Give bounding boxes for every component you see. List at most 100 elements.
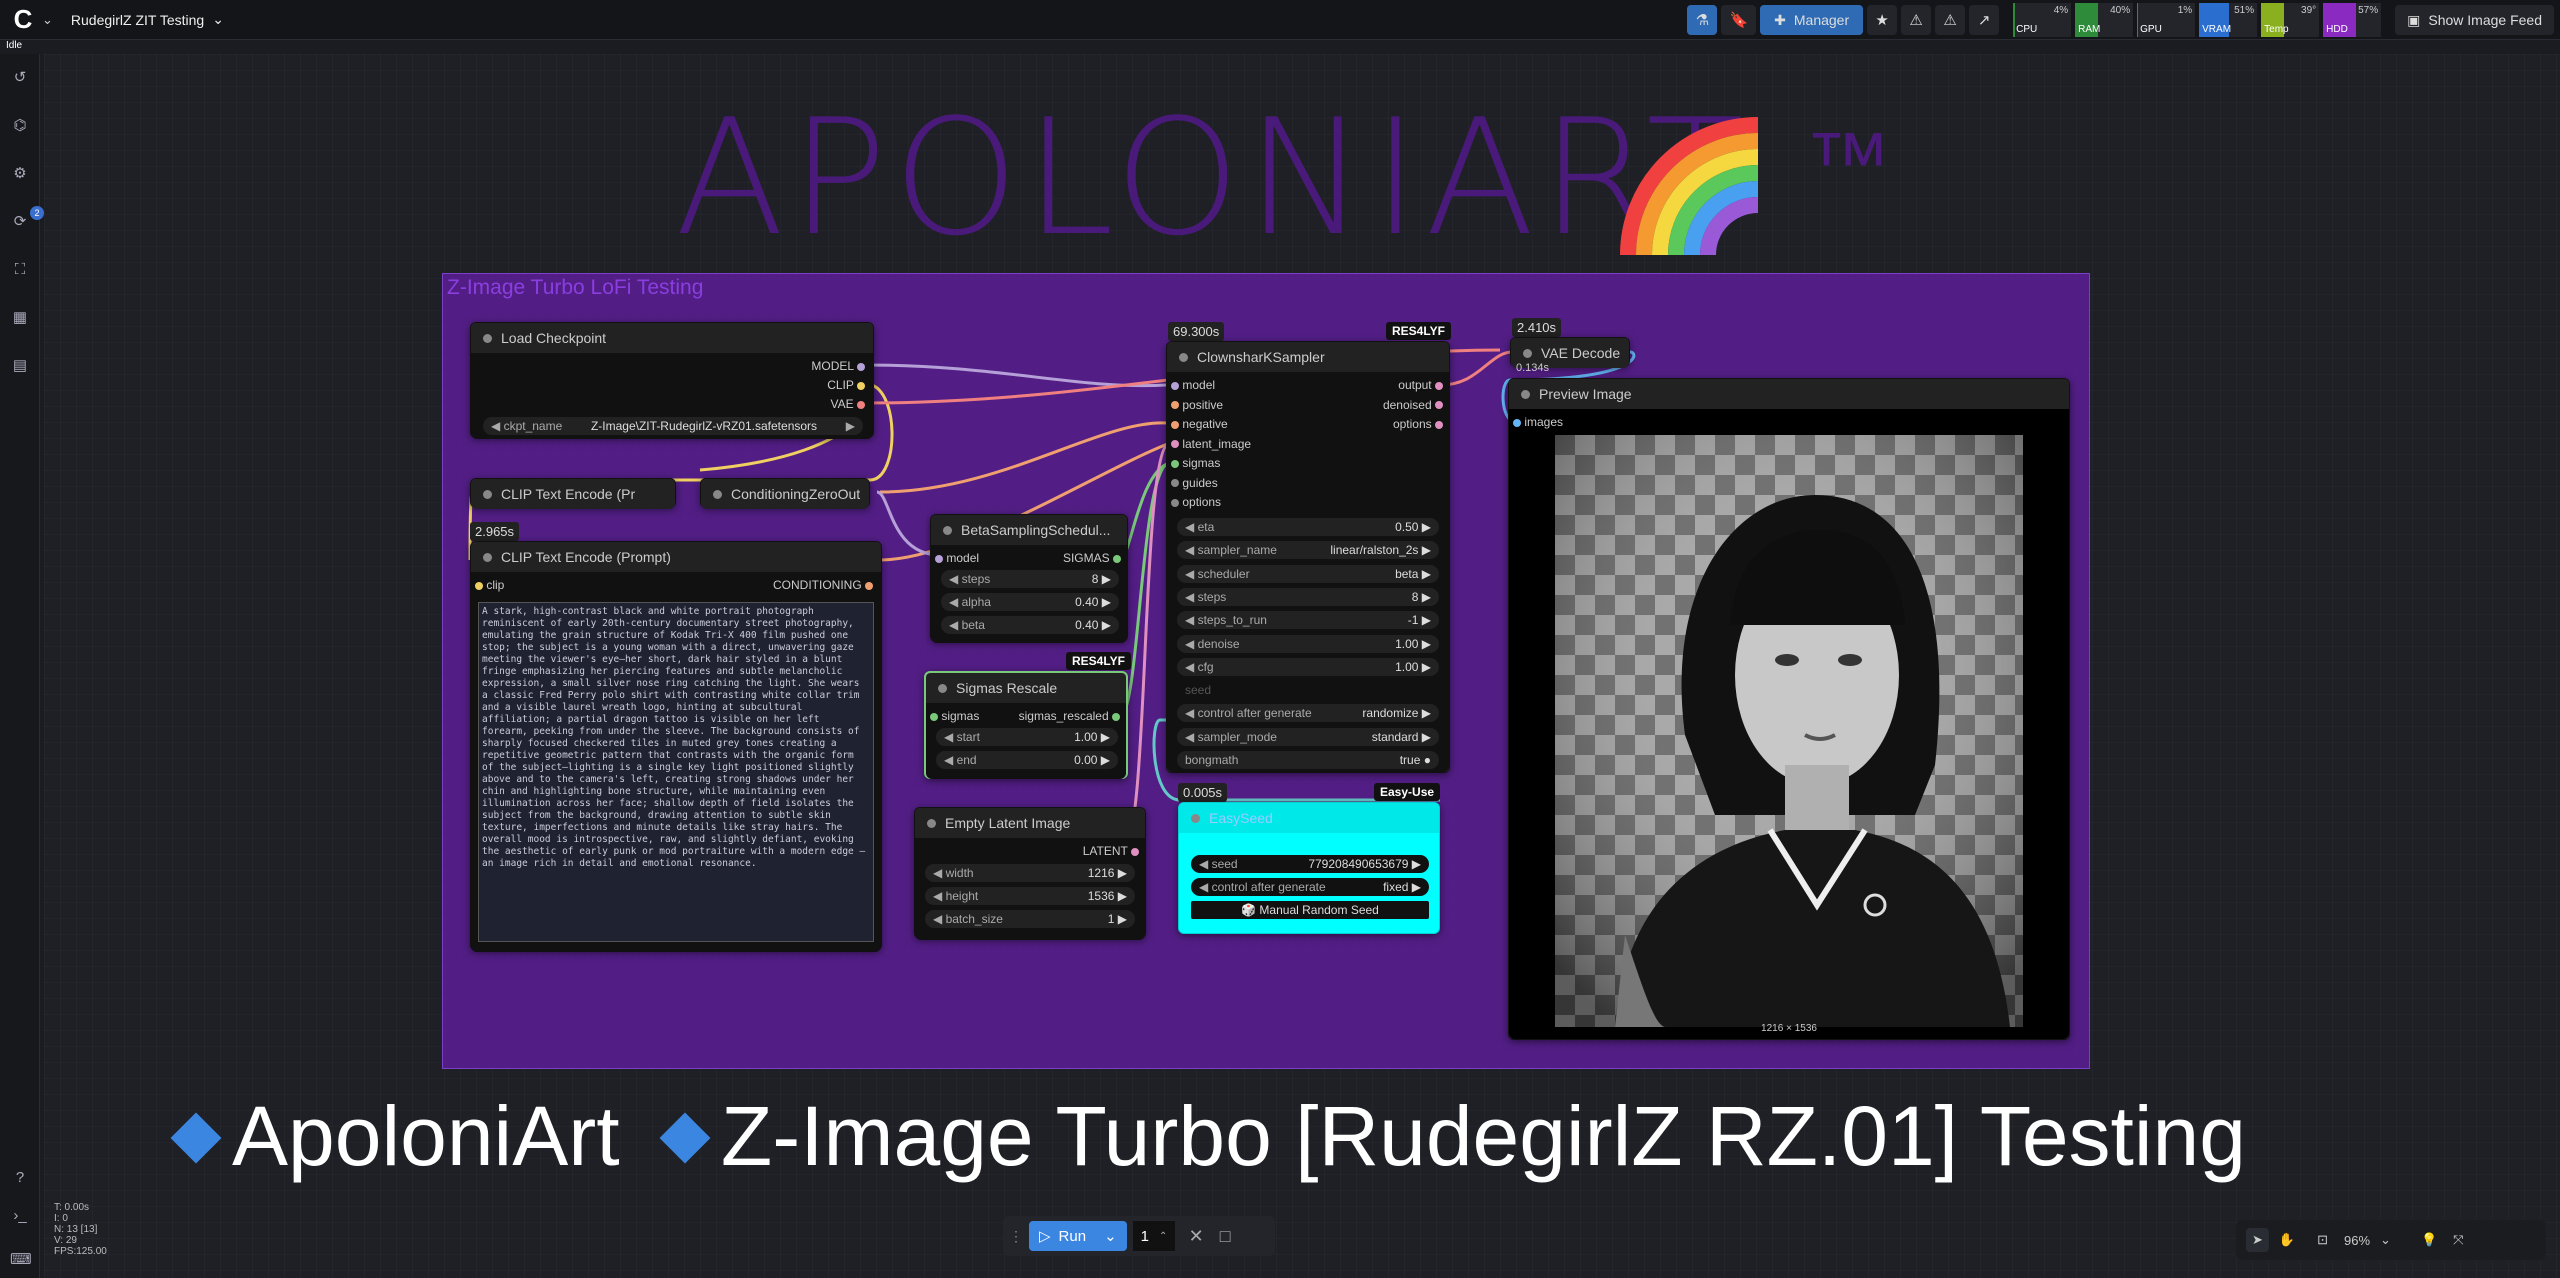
batch-size-widget[interactable]: ◀ batch_size 1 ▶ bbox=[925, 910, 1135, 928]
node-beta-sampling-scheduler[interactable]: BetaSamplingSchedul... model SIGMAS ◀ st… bbox=[930, 514, 1128, 643]
terminal-icon[interactable]: ›_ bbox=[10, 1206, 30, 1226]
input-options[interactable]: options bbox=[1171, 495, 1221, 509]
seed-widget[interactable]: seed bbox=[1177, 681, 1439, 699]
node-title[interactable]: BetaSamplingSchedul... bbox=[931, 515, 1127, 545]
start-widget[interactable]: ◀ start 1.00 ▶ bbox=[936, 728, 1118, 746]
node-clownshark-sampler[interactable]: ClownsharKSampler model positive negativ… bbox=[1166, 341, 1450, 773]
run-button[interactable]: ▷ Run ⌄ bbox=[1029, 1221, 1127, 1251]
input-guides[interactable]: guides bbox=[1171, 476, 1218, 490]
manual-random-seed-button[interactable]: 🎲 Manual Random Seed bbox=[1191, 901, 1429, 919]
chevron-down-icon[interactable]: ⌄ bbox=[2380, 1232, 2391, 1248]
output-output[interactable]: output bbox=[1398, 378, 1443, 392]
cancel-icon[interactable]: ✕ bbox=[1189, 1226, 1204, 1247]
control-after-generate-widget[interactable]: ◀ control after generate fixed ▶ bbox=[1191, 878, 1429, 896]
stop-icon[interactable]: □ bbox=[1220, 1226, 1231, 1247]
node-title[interactable]: Empty Latent Image bbox=[915, 808, 1145, 838]
steps-widget[interactable]: ◀ steps 8 ▶ bbox=[1177, 587, 1439, 606]
node-title[interactable]: Sigmas Rescale bbox=[926, 673, 1126, 703]
sampler-mode-widget[interactable]: ◀ sampler_mode standard ▶ bbox=[1177, 727, 1439, 746]
show-image-feed-button[interactable]: ▣ Show Image Feed bbox=[2395, 5, 2554, 35]
steps-widget[interactable]: ◀ steps 8 ▶ bbox=[941, 570, 1119, 588]
node-conditioning-zero-out[interactable]: ConditioningZeroOut bbox=[700, 478, 870, 509]
node-empty-latent-image[interactable]: Empty Latent Image LATENT ◀ width 1216 ▶ … bbox=[914, 807, 1146, 940]
input-sigmas[interactable]: sigmas bbox=[1171, 456, 1220, 470]
share-icon[interactable]: ↗ bbox=[1969, 5, 2000, 35]
preview-image[interactable] bbox=[1555, 435, 2023, 1027]
drag-handle-icon[interactable]: ⋮ bbox=[1009, 1228, 1023, 1245]
flask-icon[interactable]: ⚗ bbox=[1687, 5, 1718, 35]
templates-icon[interactable]: ▤ bbox=[10, 356, 30, 376]
node-easy-seed[interactable]: EasySeed ◀ seed 779208490653679 ▶ ◀ contr… bbox=[1178, 802, 1440, 934]
node-title[interactable]: Load Checkpoint bbox=[471, 323, 873, 353]
history-icon[interactable]: ↺ bbox=[10, 68, 30, 88]
bongmath-widget[interactable]: bongmath true ● bbox=[1177, 751, 1439, 769]
output-options[interactable]: options bbox=[1393, 417, 1443, 431]
output-model[interactable]: MODEL bbox=[811, 359, 865, 373]
steps-to-run-widget[interactable]: ◀ steps_to_run -1 ▶ bbox=[1177, 611, 1439, 630]
node-load-checkpoint[interactable]: Load Checkpoint MODEL CLIP VAE ◀ ckpt_na… bbox=[470, 322, 874, 439]
ckpt-name-widget[interactable]: ◀ ckpt_name Z-Image\ZIT-RudegirlZ-vRZ01.s… bbox=[483, 417, 863, 435]
sampler-name-widget[interactable]: ◀ sampler_name linear/ralston_2s ▶ bbox=[1177, 541, 1439, 560]
node-clip-text-encode-prompt[interactable]: CLIP Text Encode (Prompt) clip CONDITION… bbox=[470, 541, 882, 952]
workflow-tab[interactable]: RudegirlZ ZIT Testing ⌄ bbox=[71, 11, 224, 28]
node-title[interactable]: CLIP Text Encode (Pr bbox=[471, 479, 675, 509]
eta-widget[interactable]: ◀ eta 0.50 ▶ bbox=[1177, 518, 1439, 536]
node-title[interactable]: CLIP Text Encode (Prompt) bbox=[471, 542, 881, 572]
input-model[interactable]: model bbox=[1171, 378, 1215, 392]
fit-view-icon[interactable]: ⊡ bbox=[2317, 1232, 2328, 1248]
output-sigmas-rescaled[interactable]: sigmas_rescaled bbox=[1019, 709, 1120, 723]
node-sigmas-rescale[interactable]: Sigmas Rescale sigmas sigmas_rescaled ◀ … bbox=[924, 671, 1128, 779]
input-clip[interactable]: clip bbox=[475, 578, 504, 592]
group-title[interactable]: Z-Image Turbo LoFi Testing bbox=[447, 276, 703, 300]
input-negative[interactable]: negative bbox=[1171, 417, 1228, 431]
height-widget[interactable]: ◀ height 1536 ▶ bbox=[925, 887, 1135, 905]
output-denoised[interactable]: denoised bbox=[1383, 398, 1443, 412]
node-title[interactable]: ConditioningZeroOut bbox=[701, 479, 869, 509]
input-latent-image[interactable]: latent_image bbox=[1171, 437, 1251, 451]
queue-icon[interactable]: ⟳ 2 bbox=[10, 206, 44, 232]
output-sigmas[interactable]: SIGMAS bbox=[1063, 551, 1121, 565]
link-visibility-icon[interactable]: ⤧ bbox=[2453, 1232, 2463, 1248]
denoise-widget[interactable]: ◀ denoise 1.00 ▶ bbox=[1177, 634, 1439, 653]
batch-count-input[interactable]: 1 ⌃ bbox=[1132, 1221, 1175, 1251]
star-icon[interactable]: ★ bbox=[1867, 5, 1898, 35]
node-title[interactable]: ClownsharKSampler bbox=[1167, 342, 1449, 372]
comfy-logo[interactable]: C bbox=[6, 3, 40, 37]
cfg-widget[interactable]: ◀ cfg 1.00 ▶ bbox=[1177, 657, 1439, 676]
hand-tool-icon[interactable]: ✋ bbox=[2279, 1232, 2295, 1248]
stepper-icon[interactable]: ⌃ bbox=[1159, 1231, 1167, 1242]
lightbulb-icon[interactable]: 💡 bbox=[2421, 1232, 2437, 1248]
seed-widget[interactable]: ◀ seed 779208490653679 ▶ bbox=[1191, 855, 1429, 873]
output-conditioning[interactable]: CONDITIONING bbox=[773, 578, 873, 592]
output-latent[interactable]: LATENT bbox=[1083, 844, 1139, 858]
manager-button[interactable]: ✚ Manager bbox=[1760, 5, 1864, 35]
node-title[interactable]: EasySeed bbox=[1179, 803, 1439, 833]
output-clip[interactable]: CLIP bbox=[827, 378, 865, 392]
select-tool-icon[interactable]: ➤ bbox=[2246, 1228, 2269, 1252]
prompt-textarea[interactable]: A stark, high-contrast black and white p… bbox=[478, 602, 874, 942]
beta-widget[interactable]: ◀ beta 0.40 ▶ bbox=[941, 616, 1119, 634]
width-widget[interactable]: ◀ width 1216 ▶ bbox=[925, 864, 1135, 882]
free-memory-icon[interactable]: ⚠ bbox=[1935, 5, 1966, 35]
chevron-down-icon[interactable]: ⌄ bbox=[42, 12, 53, 28]
end-widget[interactable]: ◀ end 0.00 ▶ bbox=[936, 751, 1118, 769]
node-title[interactable]: Preview Image bbox=[1509, 379, 2069, 409]
chevron-down-icon[interactable]: ⌄ bbox=[1104, 1227, 1117, 1245]
input-images[interactable]: images bbox=[1513, 415, 1563, 429]
keyboard-icon[interactable]: ⌨ bbox=[10, 1250, 32, 1270]
control-after-generate-widget[interactable]: ◀ control after generate randomize ▶ bbox=[1177, 704, 1439, 723]
node-clip-text-encode-collapsed[interactable]: CLIP Text Encode (Pr bbox=[470, 478, 676, 509]
alpha-widget[interactable]: ◀ alpha 0.40 ▶ bbox=[941, 593, 1119, 611]
input-model[interactable]: model bbox=[935, 551, 979, 565]
gallery-icon[interactable]: ▦ bbox=[10, 308, 30, 328]
output-vae[interactable]: VAE bbox=[831, 397, 865, 411]
node-preview-image[interactable]: Preview Image images 1216 × 1536 bbox=[1508, 378, 2070, 1040]
workflows-icon[interactable]: ⛶ bbox=[10, 260, 30, 280]
unload-models-icon[interactable]: ⚠ bbox=[1901, 5, 1932, 35]
nodes-library-icon[interactable]: ⚙ bbox=[10, 164, 30, 184]
bookmark-icon[interactable]: 🔖 bbox=[1721, 5, 1757, 35]
input-positive[interactable]: positive bbox=[1171, 398, 1223, 412]
input-sigmas[interactable]: sigmas bbox=[930, 709, 979, 723]
models-icon[interactable]: ⌬ bbox=[10, 116, 30, 136]
zoom-level[interactable]: 96% bbox=[2344, 1233, 2370, 1248]
